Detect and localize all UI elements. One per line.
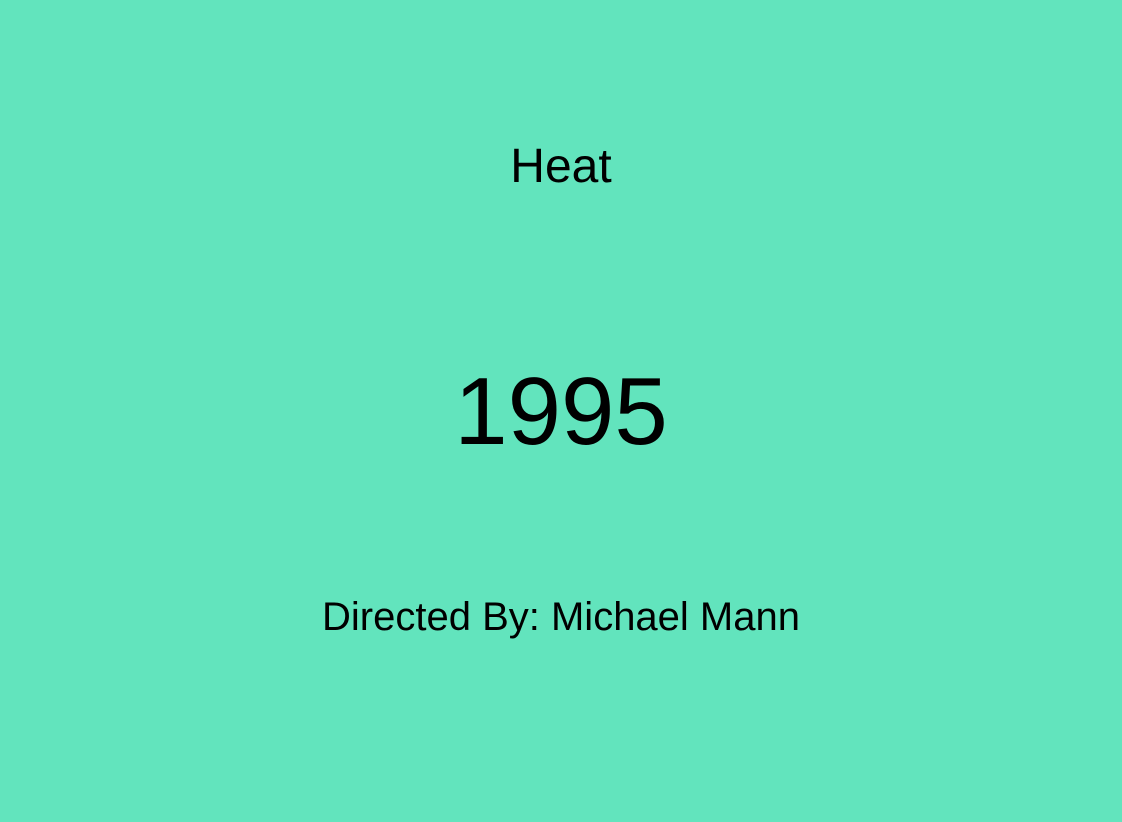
movie-year: 1995 (454, 358, 668, 465)
movie-director: Directed By: Michael Mann (322, 595, 800, 639)
movie-card: Heat 1995 Directed By: Michael Mann (0, 0, 1122, 822)
movie-title: Heat (510, 140, 612, 193)
